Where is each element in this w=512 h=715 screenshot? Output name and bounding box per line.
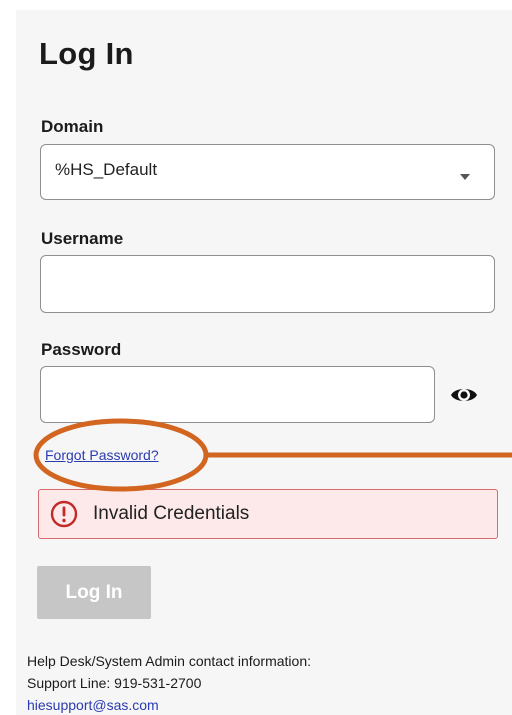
password-label: Password [41,340,122,359]
help-desk-heading: Help Desk/System Admin contact informati… [27,653,312,669]
exclamation-circle-icon [50,500,78,528]
forgot-password-link[interactable]: Forgot Password? [45,447,159,463]
domain-label: Domain [41,117,104,136]
username-label: Username [41,229,124,248]
support-email-link[interactable]: hiesupport@sas.com [27,697,159,713]
domain-select-value: %HS_Default [55,160,158,179]
username-input[interactable] [40,255,495,313]
eye-icon [451,389,477,401]
domain-select[interactable]: %HS_Default [40,144,495,200]
error-message: Invalid Credentials [93,503,250,524]
support-line: Support Line: 919-531-2700 [27,675,202,691]
error-alert: Invalid Credentials [38,489,498,539]
login-button[interactable]: Log In [37,566,151,619]
show-password-button[interactable] [449,382,479,408]
page-title: Log In [39,36,134,71]
chevron-down-icon [460,174,470,180]
password-input[interactable] [40,366,435,423]
